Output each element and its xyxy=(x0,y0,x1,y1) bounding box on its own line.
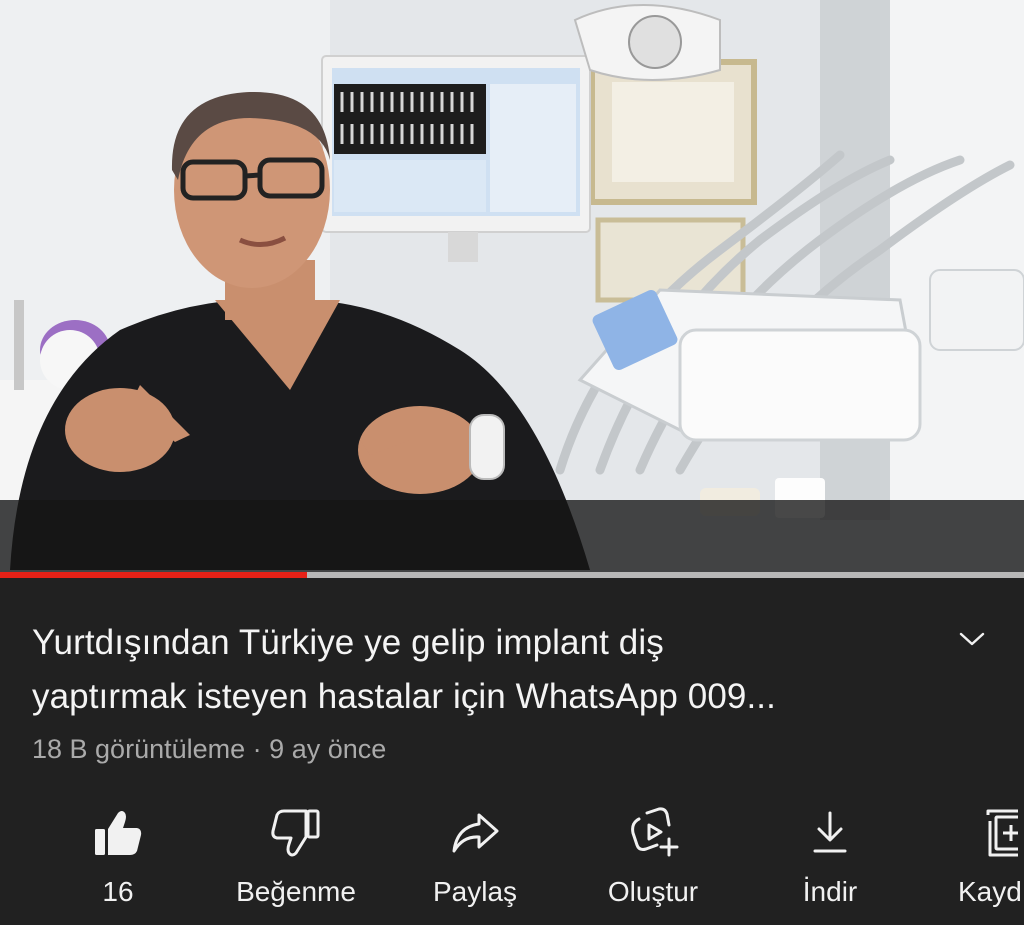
like-count: 16 xyxy=(102,876,134,907)
share-button[interactable]: Paylaş xyxy=(420,800,530,920)
save-button[interactable]: Kayd xyxy=(958,800,1024,920)
video-title-line-2: yaptırmak isteyen hastalar için WhatsApp… xyxy=(32,677,776,716)
progress-bar-played xyxy=(0,572,308,578)
chevron-down-icon xyxy=(959,632,985,646)
upload-age: 9 ay önce xyxy=(269,734,387,764)
video-frame xyxy=(0,0,1024,578)
expand-description-button[interactable] xyxy=(952,622,992,656)
dislike-button[interactable]: Beğenme xyxy=(226,800,366,920)
thumbs-down-icon xyxy=(271,809,320,857)
download-icon xyxy=(813,811,847,853)
video-title[interactable]: Yurtdışından Türkiye ye gelip implant di… xyxy=(32,616,912,724)
view-count: 18 B görüntüleme xyxy=(32,734,246,764)
progress-bar[interactable] xyxy=(0,572,1024,578)
action-bar: 16 Beğenme Paylaş Oluştur İndir Kayd xyxy=(0,800,1024,925)
remix-icon xyxy=(631,807,679,857)
video-overlay-gradient xyxy=(0,500,1024,572)
download-label: İndir xyxy=(802,876,858,907)
save-label: Kayd xyxy=(958,876,1022,907)
video-player[interactable] xyxy=(0,0,1024,578)
save-playlist-icon xyxy=(986,809,1018,857)
thumbs-up-filled-icon xyxy=(95,811,142,855)
dislike-label: Beğenme xyxy=(236,876,356,907)
share-label: Paylaş xyxy=(432,876,518,907)
video-title-line-1: Yurtdışından Türkiye ye gelip implant di… xyxy=(32,623,664,662)
like-button[interactable]: 16 xyxy=(80,800,156,920)
create-button[interactable]: Oluştur xyxy=(594,800,712,920)
create-label: Oluştur xyxy=(607,876,699,907)
video-meta[interactable]: 18 B görüntüleme · 9 ay önce xyxy=(32,734,386,765)
meta-separator: · xyxy=(252,734,262,764)
download-button[interactable]: İndir xyxy=(780,800,880,920)
share-icon xyxy=(452,813,499,853)
